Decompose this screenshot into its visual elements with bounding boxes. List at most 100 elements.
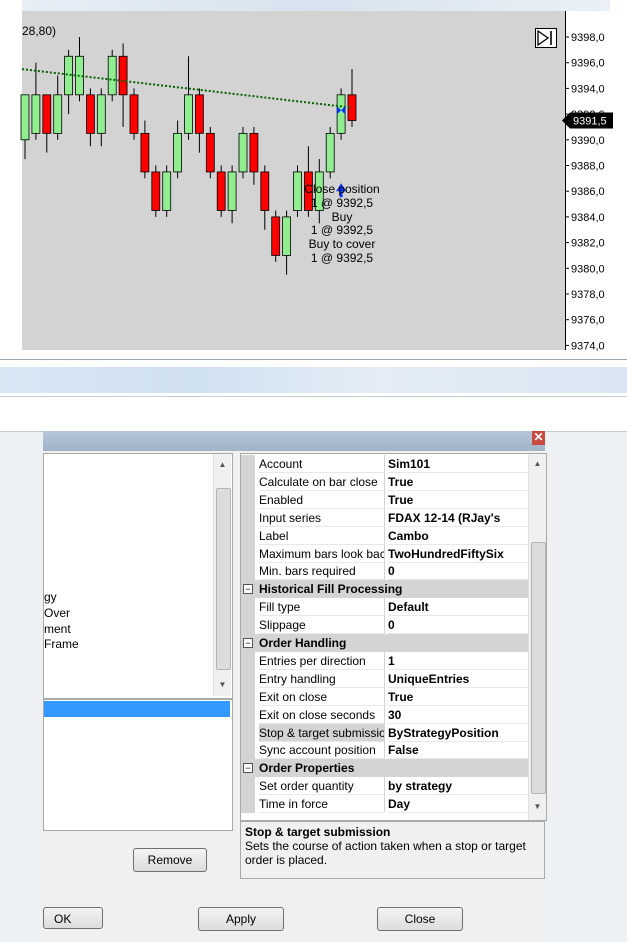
- grid-margin: [241, 669, 255, 688]
- grid-property-row[interactable]: Exit on close seconds 30: [241, 705, 529, 724]
- property-value[interactable]: 0: [388, 562, 529, 581]
- property-name: Label: [259, 526, 385, 545]
- property-value[interactable]: 0: [388, 616, 529, 635]
- grid-property-row[interactable]: Min. bars required 0: [241, 562, 529, 581]
- scroll-thumb[interactable]: [531, 542, 546, 794]
- grid-scrollbar[interactable]: ▲ ▼: [528, 454, 546, 820]
- strategy-dialog: ✕ gy Over ment Frame ▲ ▼ Remove Account S…: [43, 431, 547, 942]
- grid-property-row[interactable]: Time in force Day: [241, 795, 529, 814]
- property-value[interactable]: TwoHundredFiftySix: [388, 545, 529, 563]
- candle-body: [42, 94, 52, 134]
- candle-body: [216, 171, 226, 211]
- annotation-line: Close position: [304, 182, 380, 196]
- remove-button[interactable]: Remove: [133, 848, 207, 872]
- property-value[interactable]: 30: [388, 706, 529, 724]
- chart-expand-icon[interactable]: [535, 28, 557, 48]
- candle-body: [31, 94, 41, 134]
- grid-property-row[interactable]: Sync account position False: [241, 741, 529, 760]
- scroll-down-icon[interactable]: ▼: [529, 802, 546, 811]
- collapse-icon[interactable]: −: [243, 638, 253, 648]
- property-name: Entry handling: [259, 669, 385, 688]
- close-button[interactable]: Close: [377, 907, 463, 931]
- grid-category-label: Order Properties: [259, 761, 355, 776]
- property-name: Set order quantity: [259, 777, 385, 796]
- scroll-thumb[interactable]: [216, 488, 231, 670]
- grid-category-row[interactable]: − Order Handling: [241, 634, 529, 652]
- property-value[interactable]: ByStrategyPosition: [388, 724, 529, 742]
- grid-property-row[interactable]: Stop & target submission ByStrategyPositi…: [241, 723, 529, 742]
- candle-body: [96, 94, 106, 134]
- scroll-up-icon[interactable]: ▲: [214, 460, 231, 469]
- grid-property-row[interactable]: Slippage 0: [241, 616, 529, 635]
- property-value[interactable]: by strategy: [388, 777, 529, 796]
- y-tick-label: 9382,0: [571, 238, 605, 250]
- grid-property-row[interactable]: Enabled True: [241, 490, 529, 509]
- property-value[interactable]: FDAX 12-14 (RJay's: [388, 509, 529, 527]
- grid-property-row[interactable]: Entries per direction 1: [241, 651, 529, 670]
- chart-canvas[interactable]: 9398,09396,09394,09392,09390,09388,09386…: [0, 0, 627, 352]
- grid-property-row[interactable]: Label Cambo: [241, 526, 529, 545]
- list-item[interactable]: Frame: [44, 637, 79, 652]
- scroll-down-icon[interactable]: ▼: [214, 680, 231, 689]
- list-item[interactable]: gy: [44, 590, 57, 605]
- property-value[interactable]: UniqueEntries: [388, 670, 529, 688]
- y-tick-label: 9394,0: [571, 83, 605, 95]
- property-name: Enabled: [259, 490, 385, 509]
- grid-margin: [241, 455, 255, 473]
- price-chart[interactable]: 9398,09396,09394,09392,09390,09388,09386…: [0, 0, 627, 352]
- candle-body: [129, 94, 139, 134]
- description-text: Sets the course of action taken when a s…: [245, 839, 526, 867]
- property-name: Exit on close seconds: [259, 705, 385, 724]
- collapse-icon[interactable]: −: [243, 763, 253, 774]
- property-value[interactable]: Day: [388, 795, 529, 814]
- grid-property-row[interactable]: Fill type Default: [241, 598, 529, 617]
- grid-property-row[interactable]: Input series FDAX 12-14 (RJay's: [241, 508, 529, 527]
- property-grid[interactable]: Account Sim101 Calculate on bar close True E…: [240, 453, 547, 821]
- property-value[interactable]: False: [388, 741, 529, 760]
- property-value[interactable]: True: [388, 473, 529, 491]
- property-value[interactable]: Sim101: [388, 455, 529, 473]
- annotation-line: 1 @ 9392,5: [310, 223, 374, 238]
- grid-category-row[interactable]: − Historical Fill Processing: [241, 580, 529, 599]
- candle-body: [205, 132, 215, 173]
- close-icon[interactable]: ✕: [532, 431, 545, 445]
- annotation-line: 1 @ 9392,5: [310, 250, 374, 265]
- band-divider: [0, 396, 627, 397]
- selected-strategy-row[interactable]: [44, 701, 230, 717]
- scroll-up-icon[interactable]: ▲: [529, 459, 546, 468]
- y-tick-label: 9390,0: [571, 135, 605, 147]
- collapse-icon[interactable]: −: [243, 584, 253, 595]
- grid-property-row[interactable]: Entry handling UniqueEntries: [241, 669, 529, 688]
- grid-category-row[interactable]: − Order Properties: [241, 759, 529, 778]
- property-value[interactable]: Cambo: [388, 527, 529, 545]
- grid-property-row[interactable]: Maximum bars look back TwoHundredFiftySix: [241, 544, 529, 563]
- apply-button[interactable]: Apply: [198, 907, 284, 931]
- y-tick-label: 9378,0: [571, 289, 605, 301]
- grid-margin: [241, 508, 255, 527]
- band-divider: [0, 359, 627, 360]
- strategy-list[interactable]: gy Over ment Frame ▲ ▼: [43, 453, 233, 699]
- property-name: Stop & target submission: [259, 723, 385, 742]
- property-value[interactable]: 1: [388, 652, 529, 670]
- grid-margin: [241, 472, 255, 491]
- property-value[interactable]: True: [388, 688, 529, 706]
- property-name: Input series: [259, 508, 385, 527]
- price-marker-label: 9391,5: [573, 116, 607, 128]
- list-item[interactable]: ment: [44, 622, 71, 637]
- list-item[interactable]: Over: [44, 606, 70, 621]
- configured-strategies-list[interactable]: [43, 699, 233, 831]
- grid-property-row[interactable]: Account Sim101: [241, 455, 529, 473]
- trade-annotation: Close position 1 @ 9392,5 Buy 1 @ 9392,5…: [296, 182, 388, 266]
- y-tick-label: 9374,0: [571, 340, 605, 352]
- grid-property-row[interactable]: Set order quantity by strategy: [241, 777, 529, 796]
- ok-button[interactable]: OK: [43, 907, 103, 929]
- candle-body: [271, 216, 281, 256]
- y-tick-label: 9396,0: [571, 58, 605, 70]
- list-scrollbar[interactable]: ▲ ▼: [213, 454, 231, 696]
- grid-property-row[interactable]: Calculate on bar close True: [241, 472, 529, 491]
- candle-body: [140, 132, 150, 173]
- property-value[interactable]: Default: [388, 598, 529, 617]
- dialog-titlebar[interactable]: ✕: [43, 431, 545, 451]
- property-value[interactable]: True: [388, 491, 529, 509]
- grid-property-row[interactable]: Exit on close True: [241, 687, 529, 706]
